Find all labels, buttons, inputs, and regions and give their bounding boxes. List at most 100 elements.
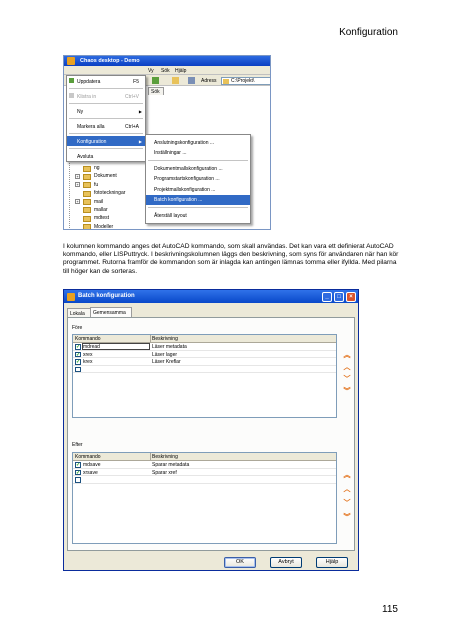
tree-item[interactable]: + fu <box>72 181 125 189</box>
tree-item[interactable]: ng <box>72 164 125 172</box>
move-top-icon[interactable]: ︽ <box>343 352 351 360</box>
menu-sok[interactable]: Sök <box>161 68 170 74</box>
column-header-kommando[interactable]: Kommando <box>75 336 101 342</box>
expand-icon[interactable]: + <box>75 182 80 188</box>
tree-item-label: fu <box>94 181 99 188</box>
row-checkbox[interactable]: ✓ <box>75 351 81 357</box>
submenu-item-anslutning[interactable]: Anslutningskonfiguration ... <box>146 137 250 148</box>
expand-icon[interactable]: + <box>75 199 80 205</box>
command-cell[interactable]: mdsave <box>83 462 101 468</box>
table-row-new[interactable] <box>73 366 336 373</box>
cancel-button[interactable]: Avbryt <box>270 557 302 568</box>
row-checkbox[interactable]: ✓ <box>75 359 81 365</box>
column-header-kommando[interactable]: Kommando <box>75 454 101 460</box>
tree-item[interactable]: mallar <box>72 206 125 214</box>
move-bottom-icon[interactable]: ︾ <box>343 388 351 396</box>
table-row[interactable]: ✓ mdread Läser metadata <box>73 343 336 351</box>
table-row[interactable]: ✓ xrsave Sparar xref <box>73 469 336 476</box>
maximize-icon[interactable]: □ <box>334 291 344 302</box>
menu-item-avsluta[interactable]: Avsluta <box>67 151 145 161</box>
menu-item-markera-alla[interactable]: Markera alla Ctrl+A <box>67 121 145 131</box>
description-cell[interactable]: Läser lager <box>152 352 177 358</box>
page-number: 115 <box>382 604 398 615</box>
menu-separator <box>148 160 248 161</box>
folder-icon[interactable] <box>172 77 179 84</box>
view-icon[interactable] <box>188 77 195 84</box>
folder-icon <box>83 165 91 172</box>
table-row[interactable]: ✓ krex Läser Kreflar <box>73 358 336 366</box>
menu-item-klistra-in[interactable]: Klistra in Ctrl+V <box>67 91 145 101</box>
menu-hjalp[interactable]: Hjälp <box>175 68 186 74</box>
menu-separator <box>69 103 143 104</box>
menu-separator <box>69 88 143 89</box>
tree-item[interactable]: fototeckningar <box>72 189 125 197</box>
close-icon[interactable]: × <box>346 291 356 302</box>
move-down-icon[interactable]: ﹀ <box>343 500 351 508</box>
help-button[interactable]: Hjälp <box>316 557 348 568</box>
address-field[interactable]: C:\Projekt\ <box>221 76 270 85</box>
submenu-item-projektmall[interactable]: Projektmallskonfiguration ... <box>146 184 250 195</box>
column-header-beskrivning[interactable]: Beskrivning <box>152 336 178 342</box>
move-bottom-icon[interactable]: ︾ <box>343 514 351 522</box>
move-down-icon[interactable]: ﹀ <box>343 376 351 384</box>
table-row[interactable]: ✓ xrex Läser lager <box>73 351 336 358</box>
row-checkbox[interactable]: ✓ <box>75 344 81 350</box>
tab-sok[interactable]: Sök <box>148 87 164 95</box>
menu-vy[interactable]: Vy <box>148 68 154 74</box>
description-cell[interactable]: Sparar xref <box>152 470 177 476</box>
folder-icon <box>83 182 91 189</box>
folder-icon <box>83 173 91 180</box>
menu-item-konfiguration[interactable]: Konfiguration ▶ <box>67 136 145 146</box>
table-row[interactable]: ✓ mdsave Sparar metadata <box>73 461 336 469</box>
refresh-icon[interactable] <box>152 77 159 84</box>
tab-gemensamma[interactable]: Gemensamma <box>90 307 132 317</box>
tab-lokala[interactable]: Lokala <box>67 308 91 317</box>
submenu-item-batch[interactable]: Batch konfiguration ... <box>146 194 250 205</box>
row-checkbox[interactable]: ✓ <box>75 462 81 468</box>
submenu-item-aterstall-layout[interactable]: Återställ layout <box>146 210 250 221</box>
move-up-icon[interactable]: ︿ <box>343 486 351 494</box>
app-logo-icon <box>67 292 75 301</box>
description-cell[interactable]: Läser metadata <box>152 344 187 350</box>
context-menu: Uppdatera F5 Klistra in Ctrl+V Ny ▶ Mark… <box>66 75 146 162</box>
minimize-icon[interactable]: _ <box>322 291 332 302</box>
folder-icon <box>83 199 91 206</box>
menu-item-label: Uppdatera <box>77 78 101 85</box>
tree-item-label: Dokument <box>94 173 117 180</box>
menubar: Vy Sök Hjälp <box>64 66 270 75</box>
description-cell[interactable]: Sparar metadata <box>152 462 189 468</box>
row-checkbox[interactable] <box>75 477 81 483</box>
row-checkbox[interactable]: ✓ <box>75 469 81 475</box>
command-cell[interactable]: xrex <box>83 352 92 358</box>
command-cell[interactable]: xrsave <box>83 470 98 476</box>
column-header-beskrivning[interactable]: Beskrivning <box>152 454 178 460</box>
table-row-new[interactable] <box>73 476 336 484</box>
submenu-item-installningar[interactable]: Inställningar ... <box>146 148 250 159</box>
tree-item[interactable]: + Dokument <box>72 172 125 180</box>
move-up-icon[interactable]: ︿ <box>343 364 351 372</box>
ok-button[interactable]: OK <box>224 557 256 568</box>
refresh-icon <box>69 78 74 83</box>
column-divider <box>150 335 151 343</box>
description-cell[interactable]: Läser Kreflar <box>152 359 181 365</box>
submenu-arrow-icon: ▶ <box>138 108 142 114</box>
chaos-desktop-screenshot: Chaos desktop - Demo Vy Sök Hjälp Adress… <box>63 55 271 230</box>
konfiguration-submenu: Anslutningskonfiguration ... Inställning… <box>145 134 251 224</box>
command-cell[interactable]: mdread <box>83 344 100 350</box>
command-cell[interactable]: krex <box>83 359 92 365</box>
submenu-arrow-icon: ▶ <box>138 138 142 144</box>
tree-item[interactable]: + mail <box>72 198 125 206</box>
tree-item[interactable]: Modeller <box>72 223 125 230</box>
tree-item-label: mallar <box>94 206 108 213</box>
move-top-icon[interactable]: ︽ <box>343 472 351 480</box>
submenu-item-programstart[interactable]: Programstartskonfiguration ... <box>146 174 250 185</box>
tree-item-label: mdtest <box>94 215 110 222</box>
tree-item[interactable]: mdtest <box>72 214 125 222</box>
menu-item-ny[interactable]: Ny ▶ <box>67 106 145 116</box>
row-checkbox[interactable] <box>75 366 81 372</box>
menu-separator <box>69 118 143 119</box>
menu-item-uppdatera[interactable]: Uppdatera F5 <box>67 76 145 86</box>
tree-item-label: Modeller <box>94 223 114 230</box>
submenu-item-dokumentmall[interactable]: Dokumentmallskonfiguration ... <box>146 163 250 174</box>
expand-icon[interactable]: + <box>75 173 80 179</box>
